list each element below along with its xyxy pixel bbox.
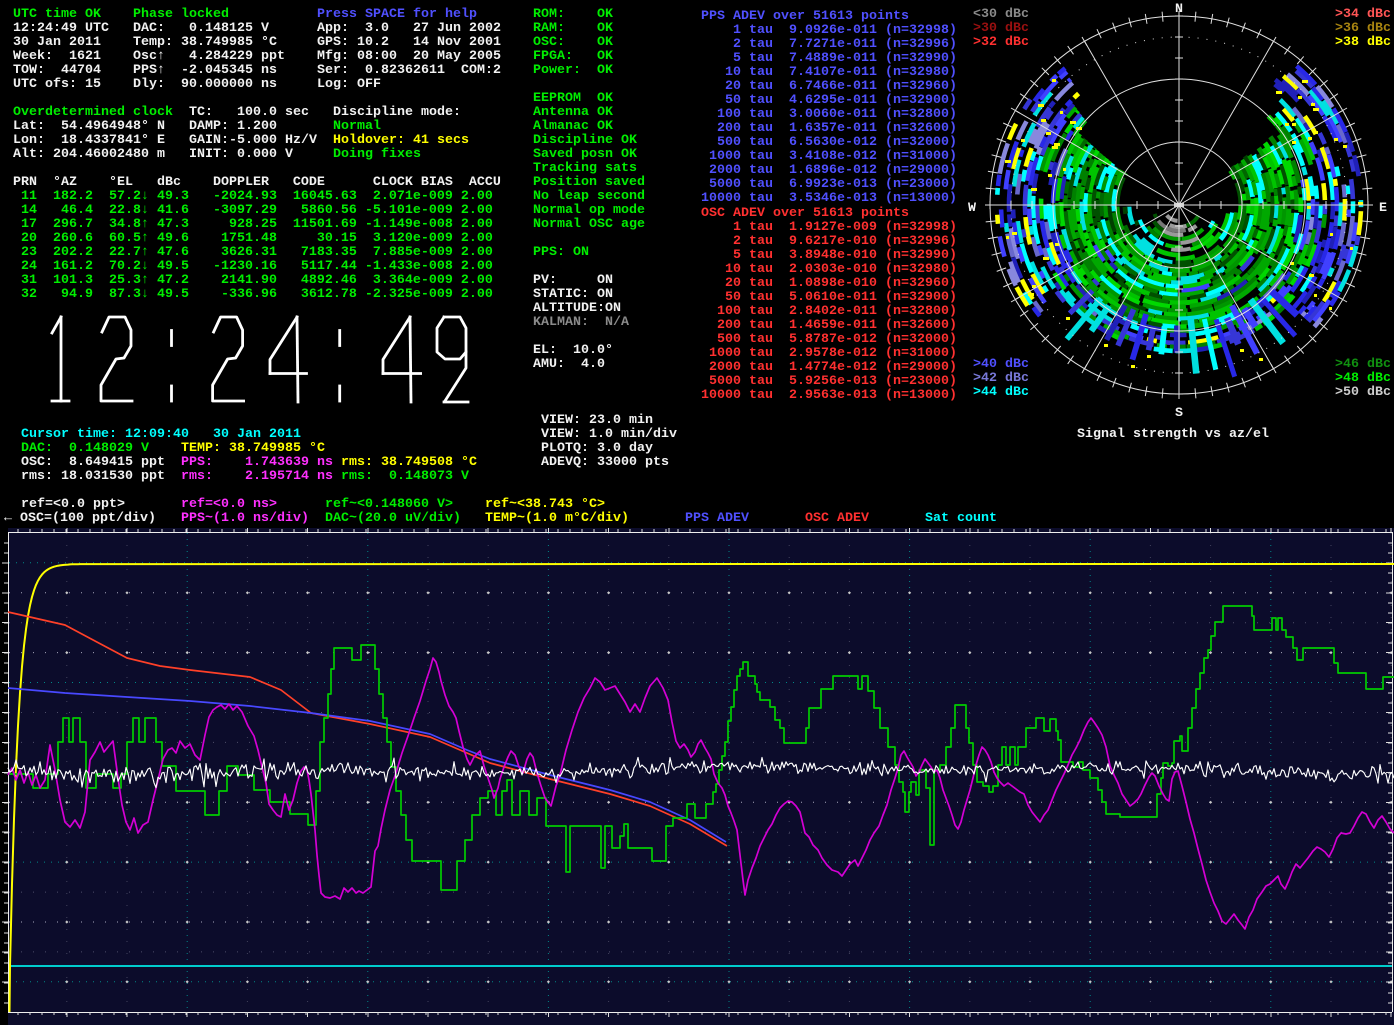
svg-text:N: N — [1175, 2, 1183, 17]
svg-text:S: S — [1175, 406, 1183, 420]
svg-text:E: E — [1379, 201, 1387, 216]
svg-text:W: W — [968, 201, 976, 216]
